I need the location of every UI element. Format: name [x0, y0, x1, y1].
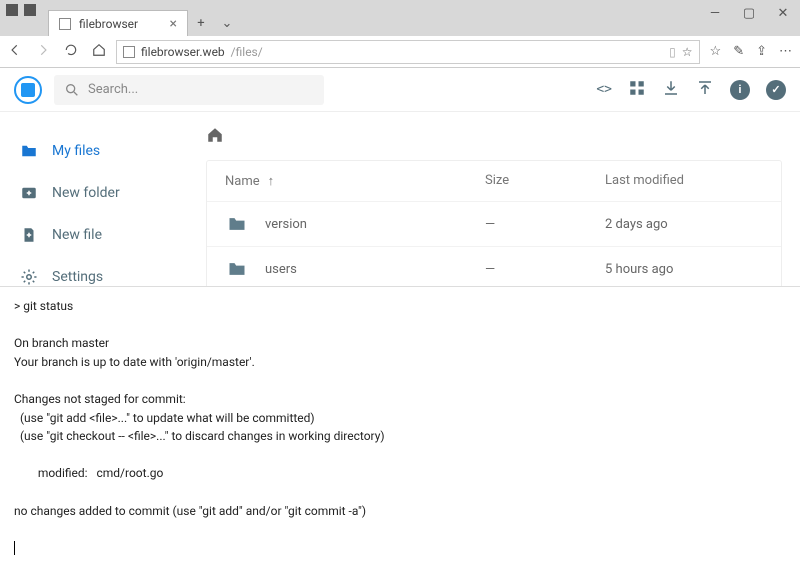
folder-icon: [225, 214, 249, 234]
search-icon: [64, 82, 80, 98]
close-window-button[interactable]: ✕: [766, 0, 800, 26]
sidebar-item-label: New folder: [52, 185, 120, 201]
header-modified[interactable]: Last modified: [605, 173, 763, 189]
tab-title: filebrowser: [79, 17, 138, 31]
sidebar-item-label: New file: [52, 227, 102, 243]
new-tab-button[interactable]: +: [188, 10, 214, 36]
list-item[interactable]: version — 2 days ago: [207, 201, 781, 246]
favorite-icon[interactable]: ☆: [682, 45, 693, 59]
browser-tabstrip: filebrowser × + ⌄: [0, 10, 800, 36]
sidebar-item-new-folder[interactable]: New folder: [0, 172, 198, 214]
minimize-button[interactable]: —: [698, 0, 732, 26]
folder-icon: [225, 259, 249, 279]
close-tab-icon[interactable]: ×: [170, 16, 177, 32]
list-item[interactable]: users — 5 hours ago: [207, 246, 781, 291]
app-logo: [14, 76, 42, 104]
sidebar-item-my-files[interactable]: My files: [0, 130, 198, 172]
select-button[interactable]: ✓: [766, 80, 786, 100]
sidebar-item-new-file[interactable]: New file: [0, 214, 198, 256]
app-header: Search... <> i ✓: [0, 68, 800, 112]
os-titlebar: [0, 0, 800, 10]
browser-tab[interactable]: filebrowser ×: [48, 10, 188, 36]
search-placeholder: Search...: [88, 82, 138, 97]
header-actions: <> i ✓: [596, 79, 786, 101]
reader-mode-icon[interactable]: ▯: [669, 45, 676, 59]
sys-icon: [6, 4, 18, 16]
info-button[interactable]: i: [730, 80, 750, 100]
terminal-output: On branch master Your branch is up to da…: [14, 336, 385, 517]
page-icon: [59, 18, 71, 30]
address-bar[interactable]: filebrowser.web/files/ ▯ ☆: [116, 40, 700, 64]
browser-toolbar: filebrowser.web/files/ ▯ ☆ ☆ ✎ ⇪ ⋯: [0, 36, 800, 68]
share-button[interactable]: ⇪: [756, 44, 767, 59]
back-button[interactable]: [8, 43, 22, 61]
breadcrumb[interactable]: [206, 126, 782, 148]
terminal-panel[interactable]: > git status On branch master Your branc…: [0, 286, 800, 572]
maximize-button[interactable]: ▢: [732, 0, 766, 26]
url-path: /files/: [231, 45, 263, 59]
favorites-button[interactable]: ☆: [710, 44, 722, 59]
more-button[interactable]: ⋯: [779, 44, 792, 59]
header-name[interactable]: Name↑: [225, 173, 485, 189]
terminal-cursor: [14, 541, 15, 555]
sort-asc-icon: ↑: [268, 173, 275, 189]
terminal-prompt: > git status: [14, 299, 73, 313]
gear-icon: [20, 268, 38, 286]
forward-button[interactable]: [36, 43, 50, 61]
grid-view-button[interactable]: [628, 79, 646, 101]
window-controls: — ▢ ✕: [698, 0, 800, 26]
sys-icon: [24, 4, 36, 16]
toggle-shell-button[interactable]: <>: [596, 82, 612, 97]
url-host: filebrowser.web: [141, 45, 225, 59]
folder-icon: [20, 142, 38, 160]
upload-button[interactable]: [696, 79, 714, 101]
sidebar-item-label: My files: [52, 143, 100, 159]
notes-button[interactable]: ✎: [733, 44, 744, 59]
list-header: Name↑ Size Last modified: [207, 161, 781, 201]
new-file-icon: [20, 226, 38, 244]
download-button[interactable]: [662, 79, 680, 101]
new-folder-icon: [20, 184, 38, 202]
search-input[interactable]: Search...: [54, 75, 324, 105]
sidebar-item-label: Settings: [52, 269, 103, 285]
home-icon: [206, 126, 224, 144]
home-button[interactable]: [92, 43, 106, 61]
tab-overflow-button[interactable]: ⌄: [214, 10, 240, 36]
header-size[interactable]: Size: [485, 173, 605, 189]
refresh-button[interactable]: [64, 43, 78, 61]
site-identity-icon: [123, 46, 135, 58]
